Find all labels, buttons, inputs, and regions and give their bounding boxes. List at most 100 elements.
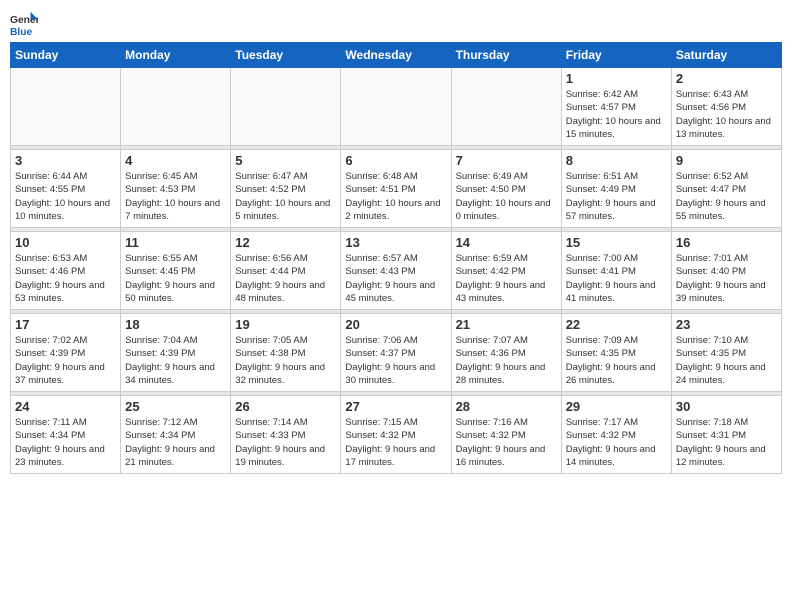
calendar-cell: 10Sunrise: 6:53 AMSunset: 4:46 PMDayligh… — [11, 232, 121, 310]
day-info: Sunrise: 6:49 AMSunset: 4:50 PMDaylight:… — [456, 170, 557, 223]
calendar-cell: 23Sunrise: 7:10 AMSunset: 4:35 PMDayligh… — [671, 314, 781, 392]
calendar-cell: 2 Sunrise: 6:43 AMSunset: 4:56 PMDaylight… — [671, 68, 781, 146]
calendar-cell: 17 Sunrise: 7:02 AMSunset: 4:39 PMDayligh… — [11, 314, 121, 392]
calendar-cell — [11, 68, 121, 146]
day-number: 25 — [125, 399, 226, 414]
calendar-cell: 4 Sunrise: 6:45 AMSunset: 4:53 PMDaylight… — [121, 150, 231, 228]
calendar-cell: 1 Sunrise: 6:42 AMSunset: 4:57 PMDaylight… — [561, 68, 671, 146]
day-info: Sunrise: 7:14 AMSunset: 4:33 PMDaylight:… — [235, 416, 336, 469]
day-number: 16 — [676, 235, 777, 250]
calendar-cell — [231, 68, 341, 146]
day-info: Sunrise: 6:51 AMSunset: 4:49 PMDaylight:… — [566, 170, 667, 223]
day-number: 26 — [235, 399, 336, 414]
col-header-monday: Monday — [121, 43, 231, 68]
calendar-cell: 12 Sunrise: 6:56 AMSunset: 4:44 PMDayligh… — [231, 232, 341, 310]
calendar-cell: 6 Sunrise: 6:48 AMSunset: 4:51 PMDaylight… — [341, 150, 451, 228]
day-number: 7 — [456, 153, 557, 168]
calendar-week-3: 10Sunrise: 6:53 AMSunset: 4:46 PMDayligh… — [11, 232, 782, 310]
day-info: Sunrise: 6:45 AMSunset: 4:53 PMDaylight:… — [125, 170, 226, 223]
day-number: 15 — [566, 235, 667, 250]
day-number: 12 — [235, 235, 336, 250]
day-number: 4 — [125, 153, 226, 168]
day-info: Sunrise: 7:11 AMSunset: 4:34 PMDaylight:… — [15, 416, 116, 469]
day-info: Sunrise: 7:07 AMSunset: 4:36 PMDaylight:… — [456, 334, 557, 387]
day-info: Sunrise: 7:05 AMSunset: 4:38 PMDaylight:… — [235, 334, 336, 387]
day-info: Sunrise: 6:59 AMSunset: 4:42 PMDaylight:… — [456, 252, 557, 305]
day-number: 2 — [676, 71, 777, 86]
calendar-cell: 7 Sunrise: 6:49 AMSunset: 4:50 PMDaylight… — [451, 150, 561, 228]
calendar-cell: 22 Sunrise: 7:09 AMSunset: 4:35 PMDayligh… — [561, 314, 671, 392]
calendar-cell: 13 Sunrise: 6:57 AMSunset: 4:43 PMDayligh… — [341, 232, 451, 310]
logo-icon: General Blue — [10, 10, 38, 38]
day-info: Sunrise: 6:42 AMSunset: 4:57 PMDaylight:… — [566, 88, 667, 141]
day-number: 8 — [566, 153, 667, 168]
day-number: 21 — [456, 317, 557, 332]
day-info: Sunrise: 6:43 AMSunset: 4:56 PMDaylight:… — [676, 88, 777, 141]
day-info: Sunrise: 7:16 AMSunset: 4:32 PMDaylight:… — [456, 416, 557, 469]
calendar-cell: 5Sunrise: 6:47 AMSunset: 4:52 PMDaylight… — [231, 150, 341, 228]
day-number: 10 — [15, 235, 116, 250]
calendar-cell — [341, 68, 451, 146]
day-info: Sunrise: 7:18 AMSunset: 4:31 PMDaylight:… — [676, 416, 777, 469]
calendar-cell: 19 Sunrise: 7:05 AMSunset: 4:38 PMDayligh… — [231, 314, 341, 392]
page-container: General Blue SundayMondayTuesdayWednesda… — [0, 0, 792, 479]
day-number: 14 — [456, 235, 557, 250]
calendar-cell: 24 Sunrise: 7:11 AMSunset: 4:34 PMDayligh… — [11, 396, 121, 474]
day-number: 9 — [676, 153, 777, 168]
day-number: 5 — [235, 153, 336, 168]
calendar-cell: 16Sunrise: 7:01 AMSunset: 4:40 PMDayligh… — [671, 232, 781, 310]
calendar-cell — [121, 68, 231, 146]
day-number: 17 — [15, 317, 116, 332]
day-number: 27 — [345, 399, 446, 414]
day-info: Sunrise: 7:15 AMSunset: 4:32 PMDaylight:… — [345, 416, 446, 469]
calendar-cell: 30 Sunrise: 7:18 AMSunset: 4:31 PMDayligh… — [671, 396, 781, 474]
day-number: 18 — [125, 317, 226, 332]
calendar-cell: 11 Sunrise: 6:55 AMSunset: 4:45 PMDayligh… — [121, 232, 231, 310]
day-info: Sunrise: 6:55 AMSunset: 4:45 PMDaylight:… — [125, 252, 226, 305]
logo: General Blue — [10, 10, 40, 38]
day-number: 1 — [566, 71, 667, 86]
day-info: Sunrise: 7:17 AMSunset: 4:32 PMDaylight:… — [566, 416, 667, 469]
calendar-cell: 25Sunrise: 7:12 AMSunset: 4:34 PMDayligh… — [121, 396, 231, 474]
col-header-saturday: Saturday — [671, 43, 781, 68]
day-number: 30 — [676, 399, 777, 414]
day-number: 19 — [235, 317, 336, 332]
calendar-cell — [451, 68, 561, 146]
day-number: 13 — [345, 235, 446, 250]
calendar-cell: 9 Sunrise: 6:52 AMSunset: 4:47 PMDaylight… — [671, 150, 781, 228]
col-header-wednesday: Wednesday — [341, 43, 451, 68]
calendar-cell: 3 Sunrise: 6:44 AMSunset: 4:55 PMDaylight… — [11, 150, 121, 228]
day-info: Sunrise: 6:44 AMSunset: 4:55 PMDaylight:… — [15, 170, 116, 223]
calendar-cell: 28 Sunrise: 7:16 AMSunset: 4:32 PMDayligh… — [451, 396, 561, 474]
calendar-table: SundayMondayTuesdayWednesdayThursdayFrid… — [10, 42, 782, 474]
svg-text:Blue: Blue — [10, 27, 33, 38]
day-number: 11 — [125, 235, 226, 250]
col-header-thursday: Thursday — [451, 43, 561, 68]
calendar-week-2: 3 Sunrise: 6:44 AMSunset: 4:55 PMDaylight… — [11, 150, 782, 228]
col-header-tuesday: Tuesday — [231, 43, 341, 68]
day-number: 22 — [566, 317, 667, 332]
calendar-cell: 15 Sunrise: 7:00 AMSunset: 4:41 PMDayligh… — [561, 232, 671, 310]
day-info: Sunrise: 7:04 AMSunset: 4:39 PMDaylight:… — [125, 334, 226, 387]
calendar-cell: 8 Sunrise: 6:51 AMSunset: 4:49 PMDaylight… — [561, 150, 671, 228]
day-info: Sunrise: 7:00 AMSunset: 4:41 PMDaylight:… — [566, 252, 667, 305]
day-info: Sunrise: 6:57 AMSunset: 4:43 PMDaylight:… — [345, 252, 446, 305]
day-info: Sunrise: 7:10 AMSunset: 4:35 PMDaylight:… — [676, 334, 777, 387]
day-number: 3 — [15, 153, 116, 168]
day-info: Sunrise: 7:02 AMSunset: 4:39 PMDaylight:… — [15, 334, 116, 387]
calendar-cell: 20Sunrise: 7:06 AMSunset: 4:37 PMDayligh… — [341, 314, 451, 392]
calendar-header-row: SundayMondayTuesdayWednesdayThursdayFrid… — [11, 43, 782, 68]
day-info: Sunrise: 7:09 AMSunset: 4:35 PMDaylight:… — [566, 334, 667, 387]
calendar-week-4: 17 Sunrise: 7:02 AMSunset: 4:39 PMDayligh… — [11, 314, 782, 392]
calendar-cell: 29 Sunrise: 7:17 AMSunset: 4:32 PMDayligh… — [561, 396, 671, 474]
day-info: Sunrise: 6:52 AMSunset: 4:47 PMDaylight:… — [676, 170, 777, 223]
day-number: 29 — [566, 399, 667, 414]
day-info: Sunrise: 6:48 AMSunset: 4:51 PMDaylight:… — [345, 170, 446, 223]
header: General Blue — [10, 10, 782, 38]
calendar-week-5: 24 Sunrise: 7:11 AMSunset: 4:34 PMDayligh… — [11, 396, 782, 474]
day-info: Sunrise: 6:56 AMSunset: 4:44 PMDaylight:… — [235, 252, 336, 305]
day-number: 24 — [15, 399, 116, 414]
calendar-cell: 27 Sunrise: 7:15 AMSunset: 4:32 PMDayligh… — [341, 396, 451, 474]
day-number: 6 — [345, 153, 446, 168]
day-number: 28 — [456, 399, 557, 414]
